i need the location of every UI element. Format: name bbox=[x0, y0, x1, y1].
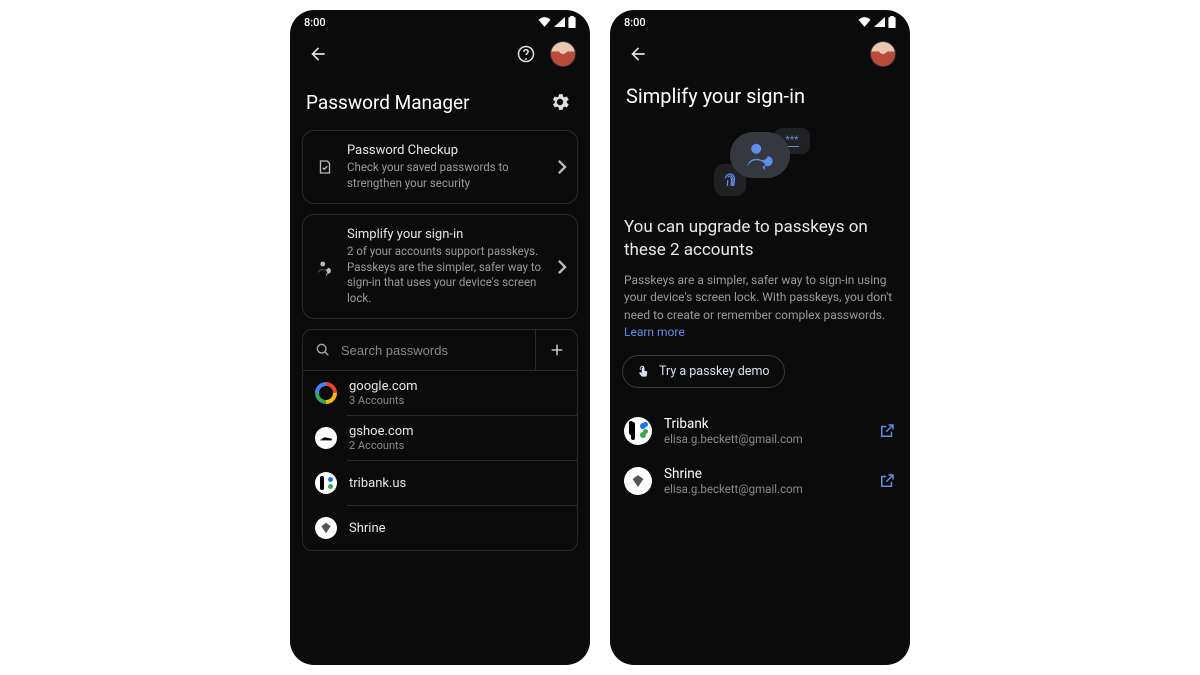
signal-icon bbox=[874, 17, 885, 27]
status-time: 8:00 bbox=[624, 16, 646, 29]
search-icon bbox=[315, 342, 331, 358]
account-email: elisa.g.beckett@gmail.com bbox=[664, 432, 866, 446]
list-item[interactable]: google.com 3 Accounts bbox=[303, 371, 577, 415]
status-time: 8:00 bbox=[304, 16, 326, 29]
site-sub: 3 Accounts bbox=[349, 394, 418, 407]
arrow-back-icon bbox=[628, 44, 648, 64]
account-name: Shrine bbox=[664, 466, 866, 482]
plus-icon bbox=[549, 342, 565, 358]
signal-icon bbox=[554, 17, 565, 27]
section-body: Passkeys are a simpler, safer way to sig… bbox=[622, 272, 898, 342]
card-subtitle: 2 of your accounts support passkeys. Pas… bbox=[347, 244, 545, 306]
arrow-back-icon bbox=[308, 44, 328, 64]
hero-illustration: *** bbox=[622, 126, 898, 216]
page-title-row: Password Manager bbox=[302, 76, 578, 130]
wifi-icon bbox=[538, 17, 551, 27]
settings-button[interactable] bbox=[546, 88, 574, 116]
password-list: google.com 3 Accounts gshoe.com 2 Accoun… bbox=[302, 371, 578, 551]
account-row[interactable]: Shrine elisa.g.beckett@gmail.com bbox=[622, 456, 898, 506]
avatar[interactable] bbox=[550, 41, 576, 67]
chevron-right-icon bbox=[557, 160, 567, 174]
help-button[interactable] bbox=[512, 40, 540, 68]
list-item[interactable]: gshoe.com 2 Accounts bbox=[303, 416, 577, 460]
site-sub: 2 Accounts bbox=[349, 439, 414, 452]
learn-more-link[interactable]: Learn more bbox=[624, 325, 685, 339]
open-external-icon[interactable] bbox=[878, 472, 896, 490]
battery-icon bbox=[568, 16, 576, 28]
demo-button-label: Try a passkey demo bbox=[659, 364, 770, 379]
list-item[interactable]: tribank.us bbox=[303, 461, 577, 505]
status-icons bbox=[538, 16, 576, 28]
checkup-icon bbox=[315, 158, 335, 176]
tap-icon bbox=[637, 365, 651, 379]
status-icons bbox=[858, 16, 896, 28]
wifi-icon bbox=[858, 17, 871, 27]
tribank-icon bbox=[624, 417, 652, 445]
topbar bbox=[610, 32, 910, 76]
open-external-icon[interactable] bbox=[878, 422, 896, 440]
list-item[interactable]: Shrine bbox=[303, 506, 577, 550]
search-row bbox=[302, 329, 578, 371]
tribank-icon bbox=[315, 472, 337, 494]
card-title: Password Checkup bbox=[347, 143, 545, 158]
search-field[interactable] bbox=[303, 330, 535, 370]
page-title: Password Manager bbox=[306, 91, 470, 114]
card-title: Simplify your sign-in bbox=[347, 227, 545, 242]
simplify-signin-card[interactable]: Simplify your sign-in 2 of your accounts… bbox=[302, 214, 578, 319]
passkey-bubble-icon bbox=[730, 132, 790, 178]
gear-icon bbox=[549, 91, 571, 113]
phone-password-manager: 8:00 Password Manager bbox=[290, 10, 590, 665]
passkey-icon bbox=[315, 258, 335, 276]
chevron-right-icon bbox=[557, 260, 567, 274]
section-heading: You can upgrade to passkeys on these 2 a… bbox=[622, 216, 898, 272]
shrine-icon bbox=[315, 517, 337, 539]
shrine-icon bbox=[624, 467, 652, 495]
search-input[interactable] bbox=[341, 343, 523, 358]
site-name: Shrine bbox=[349, 521, 386, 536]
status-bar: 8:00 bbox=[290, 10, 590, 32]
avatar[interactable] bbox=[870, 41, 896, 67]
account-name: Tribank bbox=[664, 416, 866, 432]
password-checkup-card[interactable]: Password Checkup Check your saved passwo… bbox=[302, 130, 578, 204]
body-text: Passkeys are a simpler, safer way to sig… bbox=[624, 273, 892, 322]
topbar bbox=[290, 32, 590, 76]
site-name: google.com bbox=[349, 379, 418, 394]
try-passkey-demo-button[interactable]: Try a passkey demo bbox=[622, 355, 785, 388]
battery-icon bbox=[888, 16, 896, 28]
page-title: Simplify your sign-in bbox=[622, 76, 898, 126]
status-bar: 8:00 bbox=[610, 10, 910, 32]
back-button[interactable] bbox=[624, 40, 652, 68]
help-icon bbox=[516, 44, 536, 64]
add-button[interactable] bbox=[535, 330, 577, 370]
google-icon bbox=[315, 382, 337, 404]
site-name: gshoe.com bbox=[349, 424, 414, 439]
card-subtitle: Check your saved passwords to strengthen… bbox=[347, 160, 545, 191]
site-name: tribank.us bbox=[349, 476, 406, 491]
gshoe-icon bbox=[315, 427, 337, 449]
account-email: elisa.g.beckett@gmail.com bbox=[664, 482, 866, 496]
account-row[interactable]: Tribank elisa.g.beckett@gmail.com bbox=[622, 406, 898, 456]
back-button[interactable] bbox=[304, 40, 332, 68]
phone-simplify-signin: 8:00 Simplify your sign-in *** You can u bbox=[610, 10, 910, 665]
